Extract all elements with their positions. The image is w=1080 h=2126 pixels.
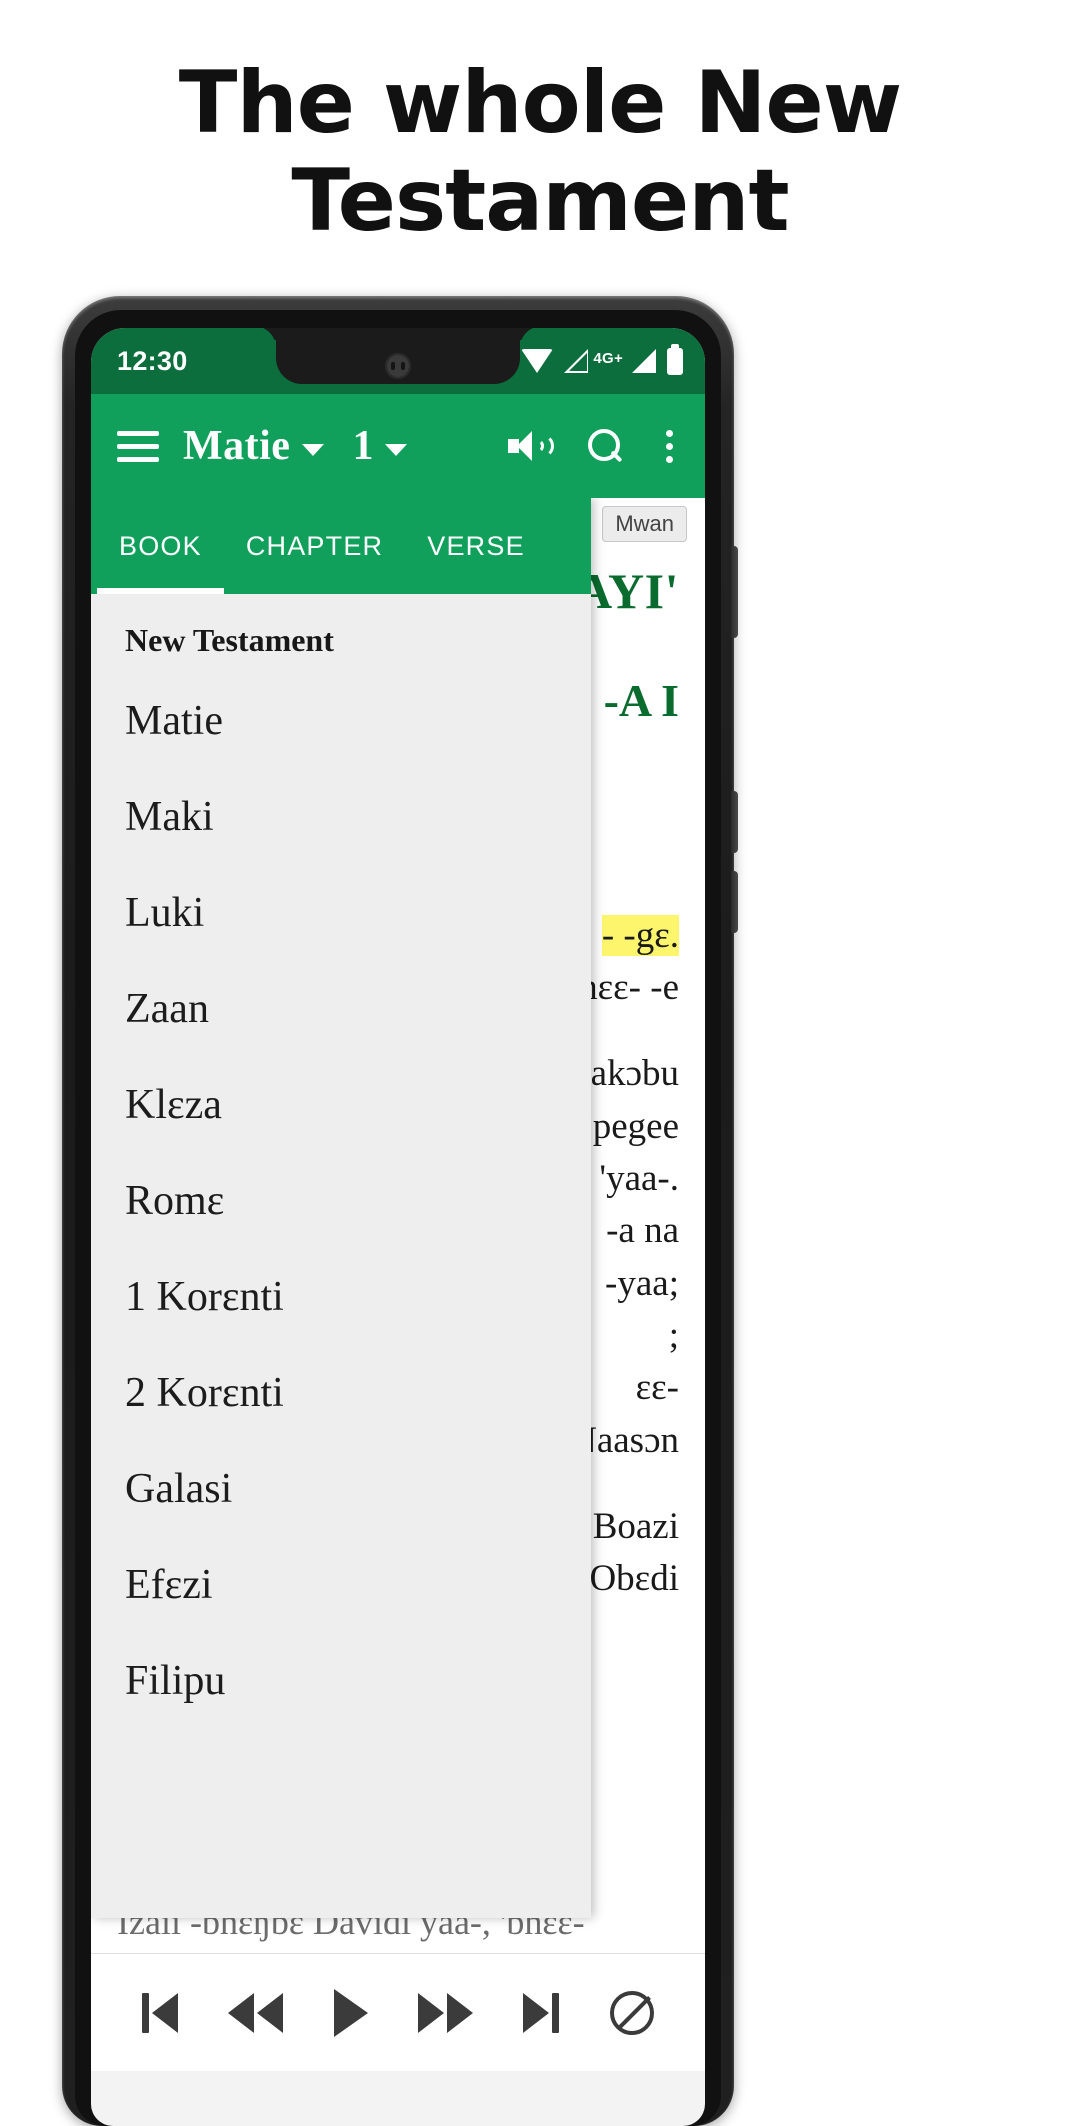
- phone-screen: 12:30 4G+ Matie 1 Mwan ZAYI' E -A I - -g…: [91, 328, 705, 2126]
- page-title: The whole New Testament: [178, 53, 902, 252]
- battery-icon: [667, 347, 683, 375]
- book-selector-label: Matie: [183, 423, 291, 469]
- highlighted-text: - -gɛ.: [601, 914, 679, 956]
- list-item[interactable]: 1 Korɛnti: [125, 1249, 591, 1345]
- skip-to-end-icon[interactable]: [523, 1992, 560, 2033]
- camera-notch: [276, 328, 520, 384]
- app-bar-actions: [508, 429, 673, 463]
- speaker-icon[interactable]: [508, 431, 554, 461]
- audio-player-bar: [91, 1953, 705, 2071]
- book-chapter-verse-dropdown: BOOK CHAPTER VERSE New Testament Matie M…: [91, 498, 591, 1918]
- play-icon[interactable]: [333, 1988, 368, 2037]
- book-group-header: New Testament: [125, 622, 334, 658]
- phone-bezel: 12:30 4G+ Matie 1 Mwan ZAYI' E -A I - -g…: [75, 310, 721, 2126]
- status-bar: 12:30 4G+: [91, 328, 705, 394]
- list-item[interactable]: Klɛza: [125, 1057, 591, 1153]
- list-item[interactable]: Matie: [125, 673, 591, 769]
- chevron-down-icon: [302, 444, 325, 456]
- fast-forward-icon[interactable]: [418, 1992, 474, 2033]
- phone-frame: 12:30 4G+ Matie 1 Mwan ZAYI' E -A I - -g…: [62, 296, 738, 2126]
- list-item[interactable]: Maki: [125, 769, 591, 865]
- search-icon[interactable]: [588, 429, 622, 463]
- list-item[interactable]: Zaan: [125, 961, 591, 1057]
- list-item[interactable]: 2 Korɛnti: [125, 1345, 591, 1441]
- book-list[interactable]: Matie Maki Luki Zaan Klɛza Romɛ 1 Korɛnt…: [91, 673, 591, 1918]
- content-area: Mwan E- 'LA ZAYI' E -A I - -gɛ. 'Bhɛɛ- -…: [91, 498, 705, 1953]
- signal-hollow-icon: [564, 349, 589, 373]
- list-item[interactable]: Luki: [125, 865, 591, 961]
- overflow-menu-icon[interactable]: [666, 429, 673, 463]
- list-item[interactable]: Galasi: [125, 1441, 591, 1537]
- phone-volume-up-button: [731, 791, 738, 853]
- app-bar: Matie 1: [91, 394, 705, 498]
- no-repeat-icon[interactable]: [609, 1990, 654, 2035]
- status-bar-icons: 4G+: [521, 347, 683, 375]
- phone-volume-down-button: [731, 871, 738, 933]
- list-item[interactable]: Efɛzi: [125, 1537, 591, 1633]
- rewind-icon[interactable]: [228, 1992, 284, 2033]
- tab-book[interactable]: BOOK: [97, 498, 224, 594]
- tab-verse[interactable]: VERSE: [405, 498, 547, 594]
- phone-side-button: [731, 546, 738, 638]
- chevron-down-icon: [385, 444, 408, 456]
- skip-to-start-icon[interactable]: [142, 1992, 179, 2033]
- hamburger-menu-icon[interactable]: [117, 430, 159, 462]
- list-item[interactable]: Filipu: [125, 1633, 591, 1729]
- tab-chapter[interactable]: CHAPTER: [224, 498, 405, 594]
- book-selector-button[interactable]: Matie: [183, 422, 325, 470]
- version-badge[interactable]: Mwan: [602, 506, 687, 542]
- dropdown-tabs: BOOK CHAPTER VERSE: [91, 498, 591, 594]
- wifi-icon: [521, 349, 554, 373]
- chapter-selector-label: 1: [352, 423, 374, 469]
- status-bar-clock: 12:30: [117, 345, 188, 376]
- front-camera-icon: [385, 353, 411, 379]
- signal-icon: [632, 349, 656, 373]
- chapter-selector-button[interactable]: 1: [352, 422, 408, 470]
- network-type-label: 4G+: [593, 349, 623, 367]
- phone-mockup: 12:30 4G+ Matie 1 Mwan ZAYI' E -A I - -g…: [62, 296, 738, 2126]
- list-item[interactable]: Romɛ: [125, 1153, 591, 1249]
